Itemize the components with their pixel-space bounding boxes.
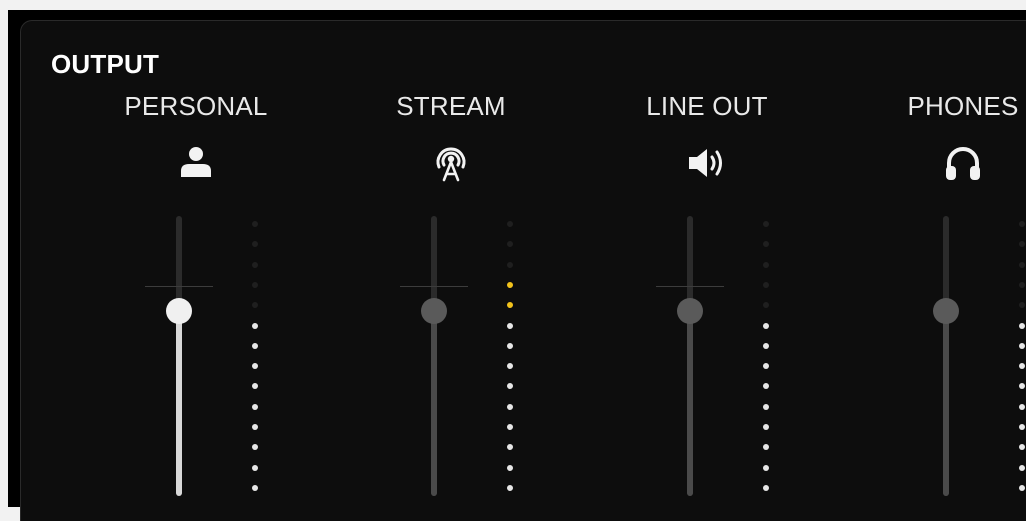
meter-led	[1019, 424, 1025, 430]
headphones-icon	[946, 147, 980, 180]
meter-led	[763, 343, 769, 349]
channel-label-phones: PHONES	[907, 91, 1019, 121]
meter-led	[763, 262, 769, 268]
slider-thumb[interactable]	[677, 298, 703, 324]
slider-fill	[687, 311, 693, 496]
channel-label-stream: STREAM	[396, 91, 506, 121]
volume-slider-line-out[interactable]	[656, 216, 724, 498]
meter-led	[507, 282, 513, 288]
meter-led	[763, 424, 769, 430]
meter-led	[1019, 323, 1025, 329]
meter-led	[507, 404, 513, 410]
volume-slider-stream[interactable]	[400, 216, 468, 498]
broadcast-icon	[436, 147, 466, 182]
meter-led	[507, 302, 513, 308]
meter-led	[1019, 343, 1025, 349]
meter-led	[1019, 302, 1025, 308]
level-meter-stream	[505, 221, 515, 491]
slider-fill	[431, 311, 437, 496]
meter-led	[763, 404, 769, 410]
meter-led	[507, 383, 513, 389]
meter-led	[763, 221, 769, 227]
channel-personal: PERSONAL	[66, 21, 326, 521]
meter-led	[1019, 465, 1025, 471]
meter-led	[252, 262, 258, 268]
slider-thumb[interactable]	[166, 298, 192, 324]
meter-led	[252, 424, 258, 430]
meter-led	[507, 485, 513, 491]
meter-led	[252, 485, 258, 491]
meter-led	[763, 444, 769, 450]
level-meter-personal	[250, 221, 260, 491]
meter-led	[763, 323, 769, 329]
meter-led	[507, 241, 513, 247]
channel-phones: PHONES	[833, 21, 1026, 521]
meter-led	[252, 323, 258, 329]
channel-stream: STREAM	[321, 21, 581, 521]
meter-led	[507, 363, 513, 369]
channel-line-out: LINE OUT	[577, 21, 837, 521]
meter-led	[763, 383, 769, 389]
meter-led	[507, 323, 513, 329]
meter-led	[763, 485, 769, 491]
meter-led	[1019, 383, 1025, 389]
meter-led	[1019, 241, 1025, 247]
channel-label-line-out: LINE OUT	[646, 91, 768, 121]
meter-led	[507, 444, 513, 450]
meter-led	[252, 302, 258, 308]
meter-led	[763, 241, 769, 247]
meter-led	[1019, 363, 1025, 369]
output-panel: OUTPUT PERSONAL STREAM LINE OUT PHONES	[8, 10, 1026, 521]
output-section: OUTPUT PERSONAL STREAM LINE OUT PHONES	[20, 20, 1026, 521]
slider-thumb[interactable]	[933, 298, 959, 324]
meter-led	[1019, 221, 1025, 227]
meter-led	[507, 262, 513, 268]
meter-led	[1019, 444, 1025, 450]
unity-marker	[145, 286, 213, 287]
meter-led	[763, 465, 769, 471]
meter-led	[252, 383, 258, 389]
person-icon	[181, 147, 211, 177]
meter-led	[763, 282, 769, 288]
meter-led	[252, 444, 258, 450]
level-meter-line-out	[761, 221, 771, 491]
meter-led	[252, 363, 258, 369]
unity-marker	[656, 286, 724, 287]
meter-led	[1019, 282, 1025, 288]
meter-led	[1019, 485, 1025, 491]
meter-led	[252, 465, 258, 471]
meter-led	[252, 343, 258, 349]
meter-led	[252, 241, 258, 247]
meter-led	[507, 343, 513, 349]
level-meter-phones	[1017, 221, 1026, 491]
meter-led	[507, 424, 513, 430]
unity-marker	[400, 286, 468, 287]
volume-slider-personal[interactable]	[145, 216, 213, 498]
meter-led	[1019, 404, 1025, 410]
slider-fill	[943, 311, 949, 496]
meter-led	[763, 363, 769, 369]
meter-led	[252, 404, 258, 410]
meter-led	[507, 465, 513, 471]
meter-led	[252, 282, 258, 288]
slider-fill	[176, 311, 182, 496]
speaker-icon	[689, 149, 722, 177]
meter-led	[763, 302, 769, 308]
channel-label-personal: PERSONAL	[124, 91, 268, 121]
volume-slider-phones[interactable]	[916, 216, 976, 498]
meter-led	[1019, 262, 1025, 268]
meter-led	[252, 221, 258, 227]
meter-led	[507, 221, 513, 227]
slider-thumb[interactable]	[421, 298, 447, 324]
